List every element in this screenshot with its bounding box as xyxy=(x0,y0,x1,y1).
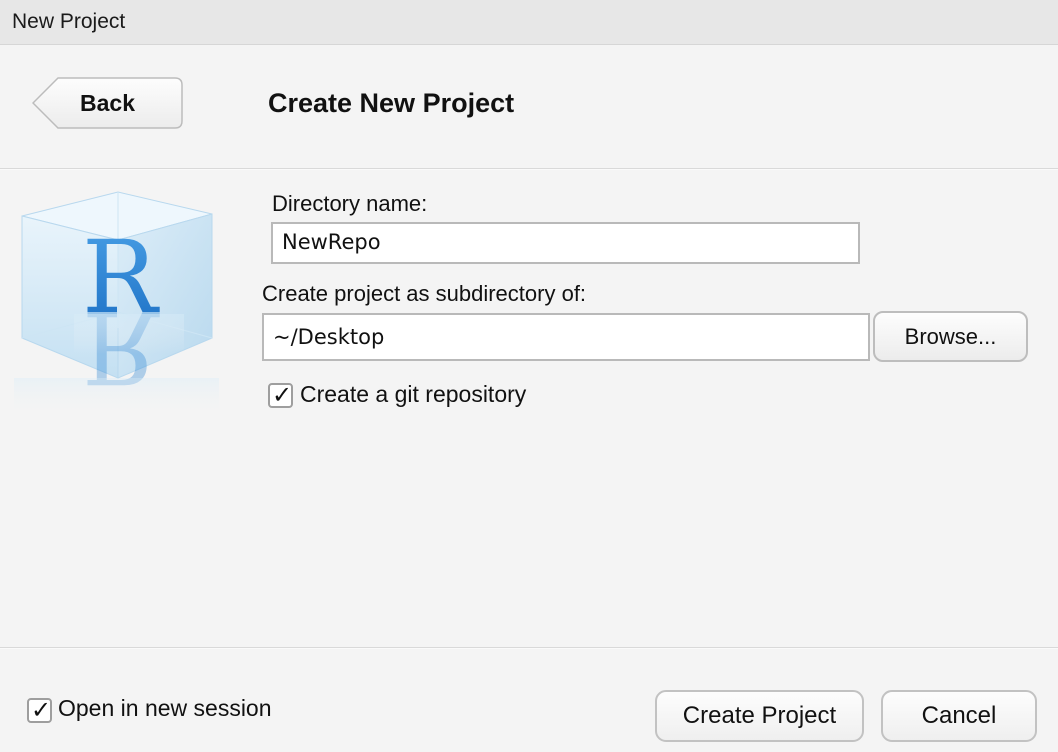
subdirectory-input[interactable]: ~/Desktop xyxy=(262,313,870,361)
browse-button[interactable]: Browse... xyxy=(873,311,1028,362)
header-divider xyxy=(0,168,1058,170)
directory-name-label: Directory name: xyxy=(272,191,428,216)
git-repository-label[interactable]: Create a git repository xyxy=(300,381,526,408)
subdirectory-label: Create project as subdirectory of: xyxy=(262,281,587,306)
git-repository-checkbox[interactable]: ✓ xyxy=(268,381,293,409)
directory-name-input[interactable]: NewRepo xyxy=(271,222,860,264)
checkmark-icon: ✓ xyxy=(272,381,293,409)
checkmark-icon: ✓ xyxy=(31,696,52,724)
back-button-label: Back xyxy=(80,90,135,116)
r-cube-logo-icon: R R xyxy=(14,191,219,418)
title-bar: New Project xyxy=(0,0,1058,45)
page-title: Create New Project xyxy=(268,88,515,118)
new-session-checkbox[interactable]: ✓ xyxy=(27,696,52,724)
new-project-dialog: New Project Back Create New Project R Di… xyxy=(0,0,1058,752)
cancel-button[interactable]: Cancel xyxy=(881,690,1037,742)
new-session-label[interactable]: Open in new session xyxy=(58,695,272,722)
window-title: New Project xyxy=(12,10,126,33)
footer-divider xyxy=(0,647,1058,649)
back-button[interactable]: Back xyxy=(32,77,183,129)
create-project-button[interactable]: Create Project xyxy=(655,690,864,742)
